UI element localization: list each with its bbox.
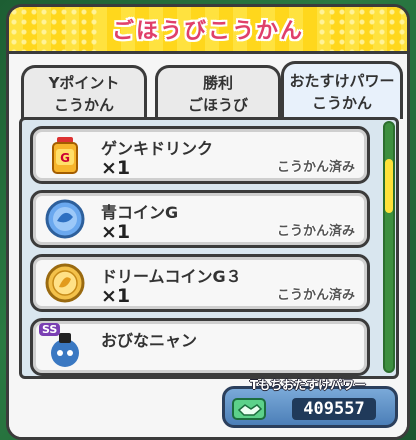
rank-badge: SS: [39, 323, 61, 336]
tab-label: ごほうび: [187, 95, 248, 114]
support-power-label: Tもちおたすけパワー: [250, 378, 367, 392]
status-badge: こうかん済み: [276, 224, 355, 239]
list-item[interactable]: 青コインG ×1 こうかん済み: [30, 190, 370, 248]
list-item[interactable]: SS おびなニャン: [30, 318, 370, 376]
list-item[interactable]: G ゲンキドリンク ×1 こうかん済み: [30, 126, 370, 184]
item-quantity: ×1: [101, 157, 131, 179]
item-quantity: ×1: [101, 285, 131, 307]
reward-list[interactable]: G ゲンキドリンク ×1 こうかん済み 青コインG ×1 こうかん済み ドリーム…: [19, 117, 399, 379]
tab-label: Yポイント: [48, 73, 120, 92]
svg-text:G: G: [60, 151, 70, 165]
item-quantity: ×1: [101, 221, 131, 243]
list-scrollbar[interactable]: [383, 121, 395, 373]
item-name: 青コインG: [101, 203, 179, 222]
dream-coin-icon: [45, 263, 85, 303]
drink-icon: G: [52, 137, 78, 174]
item-name: ドリームコインG３: [101, 267, 242, 286]
reward-exchange-panel: ごほうびこうかん Yポイント こうかん 勝利 ごほうび おたすけパワー こうかん…: [6, 4, 410, 440]
scrollbar-thumb[interactable]: [385, 159, 393, 213]
tab-label: こうかん: [53, 95, 114, 114]
tab-victory-rewards[interactable]: 勝利 ごほうび: [155, 65, 281, 119]
support-power-value: 409557: [292, 398, 376, 420]
tab-support-power[interactable]: おたすけパワー こうかん: [281, 61, 403, 119]
status-badge: こうかん済み: [276, 288, 355, 303]
item-name: おびなニャン: [101, 331, 198, 350]
tab-label: おたすけパワー: [289, 71, 395, 90]
tab-y-points[interactable]: Yポイント こうかん: [21, 65, 147, 119]
power-handshake-icon: [232, 398, 266, 420]
status-badge: こうかん済み: [276, 160, 355, 175]
page-title: ごほうびこうかん: [111, 19, 304, 44]
list-item[interactable]: ドリームコインG３ ×1 こうかん済み: [30, 254, 370, 312]
item-name: ゲンキドリンク: [101, 139, 214, 158]
blue-coin-icon: [45, 199, 85, 239]
tab-label: こうかん: [311, 93, 372, 112]
title-bar: ごほうびこうかん: [9, 7, 407, 54]
tab-label: 勝利: [202, 73, 233, 92]
tab-bar: Yポイント こうかん 勝利 ごほうび おたすけパワー こうかん: [9, 59, 407, 119]
